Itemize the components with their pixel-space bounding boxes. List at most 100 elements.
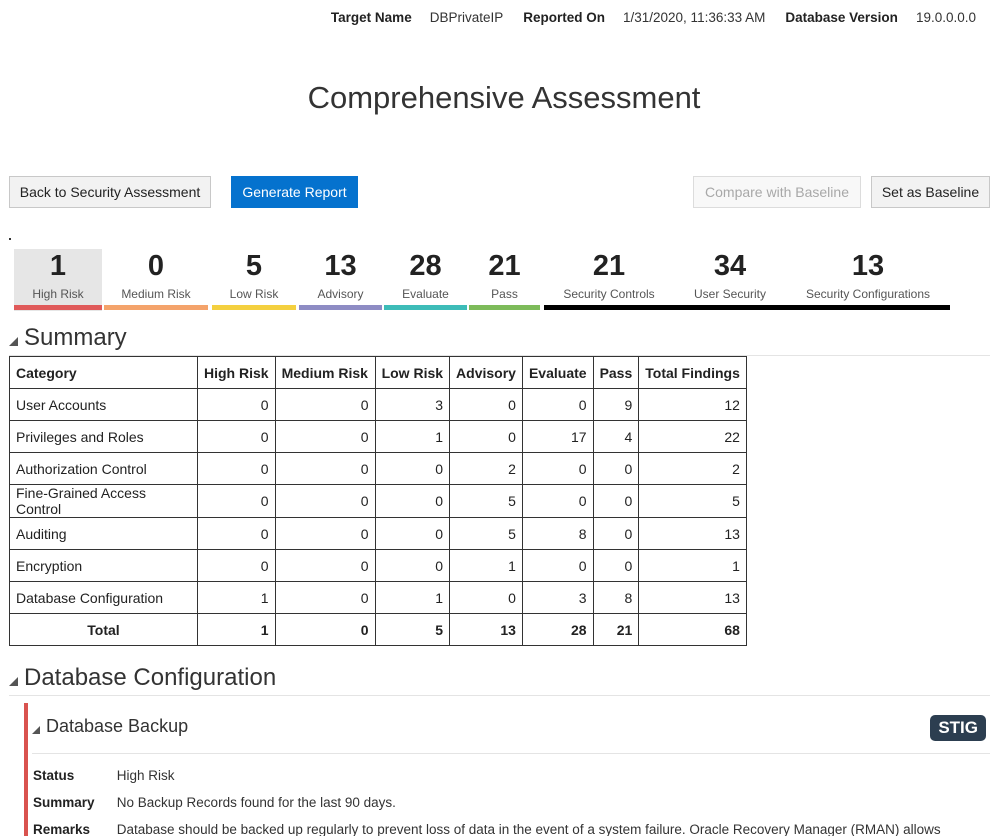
- tile-medium-risk[interactable]: 0 Medium Risk: [104, 249, 208, 311]
- tile-user-security[interactable]: 34 User Security: [674, 249, 786, 311]
- status-value: High Risk: [116, 768, 175, 783]
- table-cell: 17: [521, 420, 594, 453]
- tile-value: 13: [851, 250, 885, 282]
- column-header: Total Findings: [638, 356, 747, 389]
- summary-section-header[interactable]: Summary: [9, 324, 127, 352]
- table-cell: 1: [374, 581, 451, 614]
- column-header: Category: [9, 356, 198, 389]
- compare-with-baseline-button[interactable]: Compare with Baseline: [693, 176, 861, 208]
- tile-high-risk[interactable]: 1 High Risk: [14, 249, 102, 311]
- target-name-value: DBPrivateIP: [429, 10, 504, 25]
- table-cell: 0: [274, 549, 376, 582]
- tile-color-bar: [212, 305, 296, 310]
- status-label: Status: [33, 768, 75, 783]
- table-cell: 68: [638, 613, 747, 646]
- table-cell: Encryption: [9, 549, 198, 582]
- tile-value: 21: [592, 250, 626, 282]
- tile-value: 28: [409, 250, 442, 282]
- stig-badge: STIG: [930, 715, 986, 741]
- table-cell: Database Configuration: [9, 581, 198, 614]
- tile-color-bar: [469, 305, 540, 310]
- summary-heading: Summary: [24, 324, 127, 351]
- collapse-triangle-icon: [32, 725, 40, 734]
- table-cell: 8: [521, 517, 594, 550]
- table-cell: 0: [197, 517, 276, 550]
- summary-label: Summary: [33, 795, 95, 810]
- target-name-label: Target Name: [330, 10, 412, 25]
- table-cell: 13: [638, 581, 747, 614]
- tile-value: 21: [488, 250, 521, 282]
- report-meta: Target Name DBPrivateIP Reported On 1/31…: [311, 10, 976, 25]
- table-cell: 28: [521, 613, 594, 646]
- table-cell: 5: [449, 517, 523, 550]
- generate-report-button[interactable]: Generate Report: [231, 176, 358, 208]
- table-cell: 0: [449, 581, 523, 614]
- tile-advisory[interactable]: 13 Advisory: [299, 249, 382, 311]
- tile-low-risk[interactable]: 5 Low Risk: [212, 249, 296, 311]
- table-cell: 8: [592, 581, 640, 614]
- table-cell: 1: [197, 581, 276, 614]
- table-cell: 0: [374, 517, 451, 550]
- table-cell: 22: [638, 420, 747, 453]
- tile-color-bar: [544, 305, 674, 310]
- table-cell: User Accounts: [9, 388, 198, 421]
- tile-label: Pass: [491, 287, 518, 301]
- table-cell: 0: [449, 388, 523, 421]
- risk-summary-tiles: 1 High Risk 0 Medium Risk 5 Low Risk 13 …: [14, 249, 954, 311]
- tile-value: 1: [49, 250, 67, 282]
- table-cell: 4: [592, 420, 640, 453]
- table-row: Fine-Grained Access Control 0 0 0 5 0 0 …: [9, 484, 747, 518]
- summary-value: No Backup Records found for the last 90 …: [116, 795, 396, 810]
- table-cell: 0: [592, 452, 640, 485]
- tile-label: Security Configurations: [805, 287, 931, 301]
- table-cell: 0: [274, 420, 376, 453]
- remarks-value: Database should be backed up regularly t…: [116, 822, 941, 836]
- table-row: User Accounts 0 0 3 0 0 9 12: [9, 388, 747, 421]
- summary-table: Category High Risk Medium Risk Low Risk …: [9, 356, 747, 646]
- collapse-triangle-icon: [9, 676, 18, 686]
- column-header: Evaluate: [521, 356, 594, 389]
- table-cell: 0: [521, 388, 594, 421]
- tile-color-bar: [299, 305, 382, 310]
- table-cell: 0: [592, 549, 640, 582]
- db-version-value: 19.0.0.0.0: [915, 10, 976, 25]
- table-cell: 2: [449, 452, 523, 485]
- table-cell: Fine-Grained Access Control: [9, 484, 198, 518]
- table-cell: 0: [274, 613, 376, 646]
- table-cell: 3: [374, 388, 451, 421]
- table-row: Auditing 0 0 0 5 8 0 13: [9, 517, 747, 550]
- reported-on-value: 1/31/2020, 11:36:33 AM: [623, 10, 766, 25]
- finding-status-row: Status High Risk: [33, 768, 175, 783]
- table-cell: 0: [374, 484, 451, 518]
- table-cell: 5: [638, 484, 747, 518]
- collapse-triangle-icon: [9, 336, 18, 346]
- tile-value: 34: [713, 250, 747, 282]
- tile-security-controls[interactable]: 21 Security Controls: [544, 249, 674, 311]
- table-cell: 0: [274, 581, 376, 614]
- table-cell: Authorization Control: [9, 452, 198, 485]
- column-header: High Risk: [197, 356, 276, 389]
- set-as-baseline-button[interactable]: Set as Baseline: [871, 176, 990, 208]
- table-cell: 2: [638, 452, 747, 485]
- finding-summary-row: Summary No Backup Records found for the …: [33, 795, 396, 810]
- tile-security-configurations[interactable]: 13 Security Configurations: [786, 249, 950, 311]
- table-cell: 13: [449, 613, 523, 646]
- column-header: Pass: [592, 356, 640, 389]
- tile-color-bar: [384, 305, 467, 310]
- finding-title: Database Backup: [46, 716, 189, 736]
- tile-color-bar: [104, 305, 208, 310]
- table-cell: 0: [592, 517, 640, 550]
- tile-pass[interactable]: 21 Pass: [469, 249, 540, 311]
- table-total-row: Total 1 0 5 13 28 21 68: [9, 613, 747, 646]
- table-cell: 1: [197, 613, 276, 646]
- tile-evaluate[interactable]: 28 Evaluate: [384, 249, 467, 311]
- finding-remarks-row: Remarks Database should be backed up reg…: [33, 822, 941, 836]
- tile-color-bar: [674, 305, 786, 310]
- db-config-section-header[interactable]: Database Configuration: [9, 664, 276, 692]
- back-to-security-assessment-button[interactable]: Back to Security Assessment: [9, 176, 211, 208]
- finding-header[interactable]: Database Backup: [32, 716, 188, 737]
- table-header-row: Category High Risk Medium Risk Low Risk …: [9, 356, 747, 389]
- table-cell: 0: [197, 484, 276, 518]
- table-cell: 0: [197, 420, 276, 453]
- table-cell: 0: [374, 549, 451, 582]
